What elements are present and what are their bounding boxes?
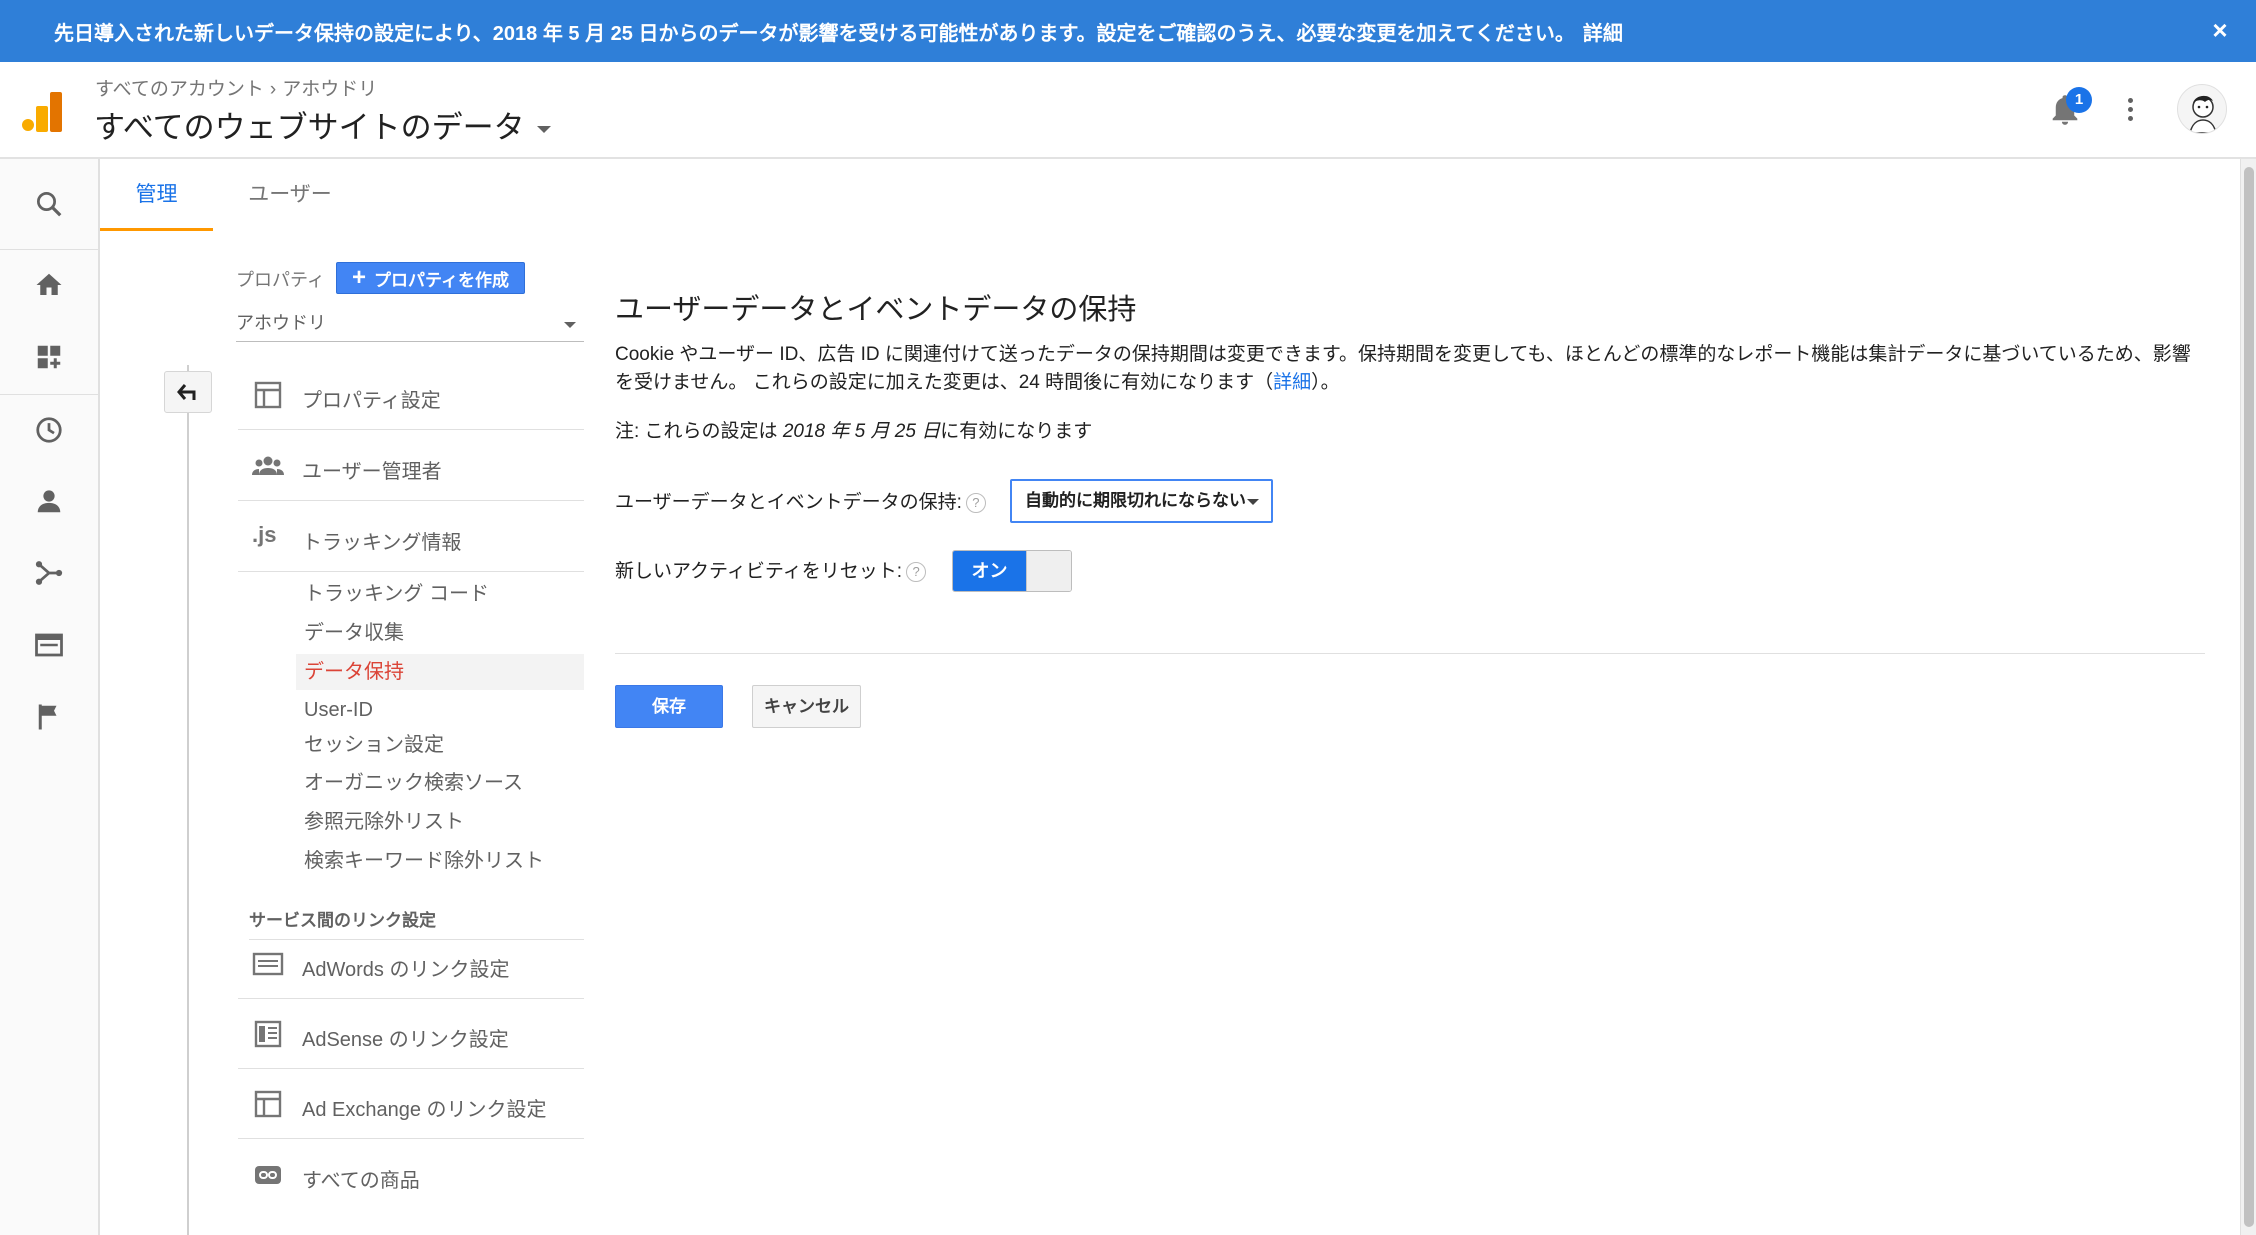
retention-period-value: 自動的に期限切れにならない — [1025, 491, 1246, 510]
page-title: すべてのウェブサイトのデータ — [94, 110, 525, 145]
realtime-icon[interactable] — [0, 395, 98, 465]
nav-property-settings[interactable]: プロパティ設定 — [238, 360, 584, 430]
toggle-knob — [1026, 551, 1071, 591]
chevron-down-icon — [536, 126, 551, 134]
conversions-icon[interactable] — [0, 682, 98, 752]
property-select[interactable]: アホウドリ — [236, 309, 584, 342]
close-icon[interactable]: × — [2204, 14, 2236, 46]
property-settings-icon — [252, 380, 284, 410]
nav-label: Ad Exchange のリンク設定 — [302, 1099, 547, 1121]
nav-user-management[interactable]: ユーザー管理者 — [238, 431, 584, 501]
app-header: すべてのアカウント › アホウドリ すべてのウェブサイトのデータ 1 — [0, 62, 2256, 159]
back-arrow-icon[interactable] — [164, 371, 212, 413]
toggle-on-label: オン — [953, 551, 1026, 591]
nav-ad-exchange-linking[interactable]: Ad Exchange のリンク設定 — [238, 1069, 584, 1139]
retention-period-select[interactable]: 自動的に期限切れにならない — [1010, 479, 1273, 523]
nav-label: トラッキング情報 — [302, 532, 462, 554]
notification-banner: 先日導入された新しいデータ保持の設定により、2018 年 5 月 25 日からの… — [0, 0, 2256, 62]
effective-date-note: 注: これらの設定は 2018 年 5 月 25 日に有効になります — [615, 416, 1092, 443]
nav-sub-data-collection[interactable]: データ収集 — [296, 615, 584, 651]
notification-badge: 1 — [2066, 87, 2092, 113]
cancel-button[interactable]: キャンセル — [752, 685, 861, 728]
nav-sub-organic-search-sources[interactable]: オーガニック検索ソース — [296, 765, 584, 801]
more-vert-icon[interactable] — [2118, 94, 2142, 126]
banner-details-link[interactable]: 詳細 — [1583, 23, 1623, 45]
nav-sub-session-settings[interactable]: セッション設定 — [296, 727, 584, 763]
breadcrumb: すべてのアカウント › アホウドリ — [95, 74, 377, 101]
help-icon[interactable]: ? — [906, 561, 927, 582]
save-button[interactable]: 保存 — [615, 685, 723, 728]
note-prefix: 注: これらの設定は — [615, 421, 778, 442]
nav-label: すべての商品 — [302, 1170, 420, 1192]
nav-label: プロパティ設定 — [302, 390, 441, 412]
analytics-logo-icon[interactable] — [22, 92, 62, 132]
nav-sub-referral-exclusion[interactable]: 参照元除外リスト — [296, 804, 584, 840]
adsense-icon — [252, 1019, 284, 1049]
scrollbar-thumb[interactable] — [2244, 167, 2254, 1227]
breadcrumb-separator: › — [269, 79, 277, 100]
nav-sub-data-retention[interactable]: データ保持 — [296, 654, 584, 690]
divider — [615, 653, 2205, 654]
home-icon[interactable] — [0, 250, 98, 320]
reset-label: 新しいアクティビティをリセット: — [615, 561, 903, 582]
audience-icon[interactable] — [0, 466, 98, 536]
nav-all-products[interactable]: すべての商品 — [238, 1140, 584, 1210]
chevron-down-icon — [564, 322, 576, 328]
vertical-scrollbar[interactable] — [2240, 159, 2256, 1235]
retention-setting-label: ユーザーデータとイベントデータの保持:? — [615, 487, 986, 514]
page-heading: ユーザーデータとイベントデータの保持 — [615, 294, 1137, 326]
description-text-end: ）。 — [1311, 372, 1340, 393]
note-date: 2018 年 5 月 25 日 — [782, 421, 941, 442]
create-property-label: プロパティを作成 — [374, 270, 509, 290]
retention-label: ユーザーデータとイベントデータの保持: — [615, 492, 962, 513]
help-icon[interactable]: ? — [965, 492, 986, 513]
breadcrumb-account[interactable]: すべてのアカウント — [95, 79, 264, 100]
plus-icon: + — [352, 264, 367, 291]
banner-message: 先日導入された新しいデータ保持の設定により、2018 年 5 月 25 日からの… — [54, 23, 1575, 45]
reset-setting-label: 新しいアクティビティをリセット:? — [615, 556, 927, 583]
nav-label: ユーザー管理者 — [302, 461, 442, 483]
property-label: プロパティ — [236, 270, 325, 290]
nav-sub-tracking-code[interactable]: トラッキング コード — [296, 576, 584, 612]
breadcrumb-property[interactable]: アホウドリ — [282, 79, 377, 100]
nav-sub-search-term-exclusion[interactable]: 検索キーワード除外リスト — [296, 843, 584, 879]
nav-label: AdSense のリンク設定 — [302, 1029, 509, 1051]
note-suffix: に有効になります — [940, 421, 1093, 442]
behavior-icon[interactable] — [0, 610, 98, 680]
tab-admin[interactable]: 管理 — [100, 159, 213, 231]
link-icon — [252, 1160, 284, 1190]
users-icon — [252, 451, 284, 481]
reset-on-new-activity-toggle[interactable]: オン — [952, 550, 1072, 592]
acquisition-icon[interactable] — [0, 538, 98, 608]
tab-user[interactable]: ユーザー — [230, 159, 350, 231]
ad-exchange-icon — [252, 1089, 284, 1119]
page-description: Cookie やユーザー ID、広告 ID に関連付けて送ったデータの保持期間は… — [615, 341, 2205, 397]
nav-adwords-linking[interactable]: AdWords のリンク設定 — [238, 929, 584, 999]
nav-sub-user-id[interactable]: User-ID — [296, 692, 584, 728]
chevron-down-icon — [1247, 499, 1259, 505]
avatar[interactable] — [2177, 84, 2227, 134]
adwords-icon — [252, 949, 284, 979]
search-icon[interactable] — [0, 169, 98, 239]
description-details-link[interactable]: 詳細 — [1273, 372, 1311, 393]
nav-tracking-info[interactable]: .js トラッキング情報 — [238, 502, 584, 572]
nav-label: AdWords のリンク設定 — [302, 959, 510, 981]
nav-adsense-linking[interactable]: AdSense のリンク設定 — [238, 999, 584, 1069]
property-select-value: アホウドリ — [236, 313, 326, 333]
account-view-selector[interactable]: すべてのウェブサイトのデータ — [94, 102, 551, 147]
banner-text: 先日導入された新しいデータ保持の設定により、2018 年 5 月 25 日からの… — [54, 17, 1623, 46]
description-text: Cookie やユーザー ID、広告 ID に関連付けて送ったデータの保持期間は… — [615, 344, 2191, 393]
js-icon: .js — [252, 522, 277, 547]
customization-icon[interactable] — [0, 322, 98, 392]
create-property-button[interactable]: + プロパティを作成 — [336, 262, 525, 294]
left-icon-rail — [0, 159, 100, 1235]
tree-line — [187, 365, 189, 1235]
